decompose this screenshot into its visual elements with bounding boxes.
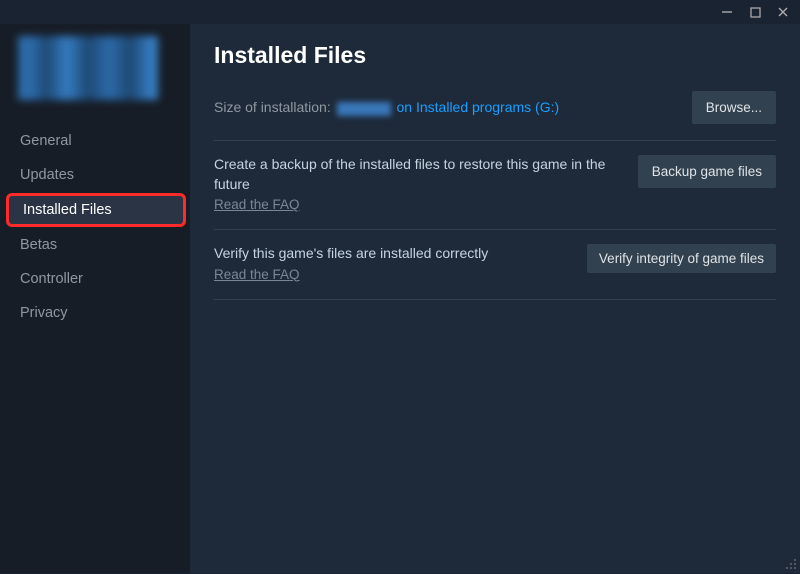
minimize-button[interactable]	[718, 3, 736, 21]
main-panel: Installed Files Size of installation: on…	[190, 24, 800, 573]
verify-faq-link[interactable]: Read the FAQ	[214, 266, 300, 285]
resize-grip[interactable]	[784, 557, 798, 571]
size-value-redacted	[337, 102, 391, 116]
sidebar-item-privacy[interactable]: Privacy	[0, 296, 190, 330]
sidebar-item-controller[interactable]: Controller	[0, 262, 190, 296]
game-thumbnail	[18, 36, 158, 100]
game-header	[0, 30, 190, 118]
sidebar-item-installed-files[interactable]: Installed Files	[6, 193, 186, 227]
browse-button[interactable]: Browse...	[692, 91, 776, 124]
maximize-button[interactable]	[746, 3, 764, 21]
sidebar-item-betas[interactable]: Betas	[0, 228, 190, 262]
page-title: Installed Files	[214, 42, 776, 69]
backup-faq-link[interactable]: Read the FAQ	[214, 196, 300, 215]
verify-integrity-button[interactable]: Verify integrity of game files	[587, 244, 776, 273]
backup-button[interactable]: Backup game files	[638, 155, 776, 188]
close-button[interactable]	[774, 3, 792, 21]
drive-link[interactable]: on Installed programs (G:)	[397, 99, 560, 115]
backup-description: Create a backup of the installed files t…	[214, 156, 605, 192]
install-size-info: Size of installation: on Installed progr…	[214, 99, 559, 115]
sidebar-item-updates[interactable]: Updates	[0, 158, 190, 192]
sidebar: General Updates Installed Files Betas Co…	[0, 24, 190, 573]
size-label: Size of installation:	[214, 99, 331, 115]
verify-description: Verify this game's files are installed c…	[214, 245, 488, 261]
sidebar-item-general[interactable]: General	[0, 124, 190, 158]
